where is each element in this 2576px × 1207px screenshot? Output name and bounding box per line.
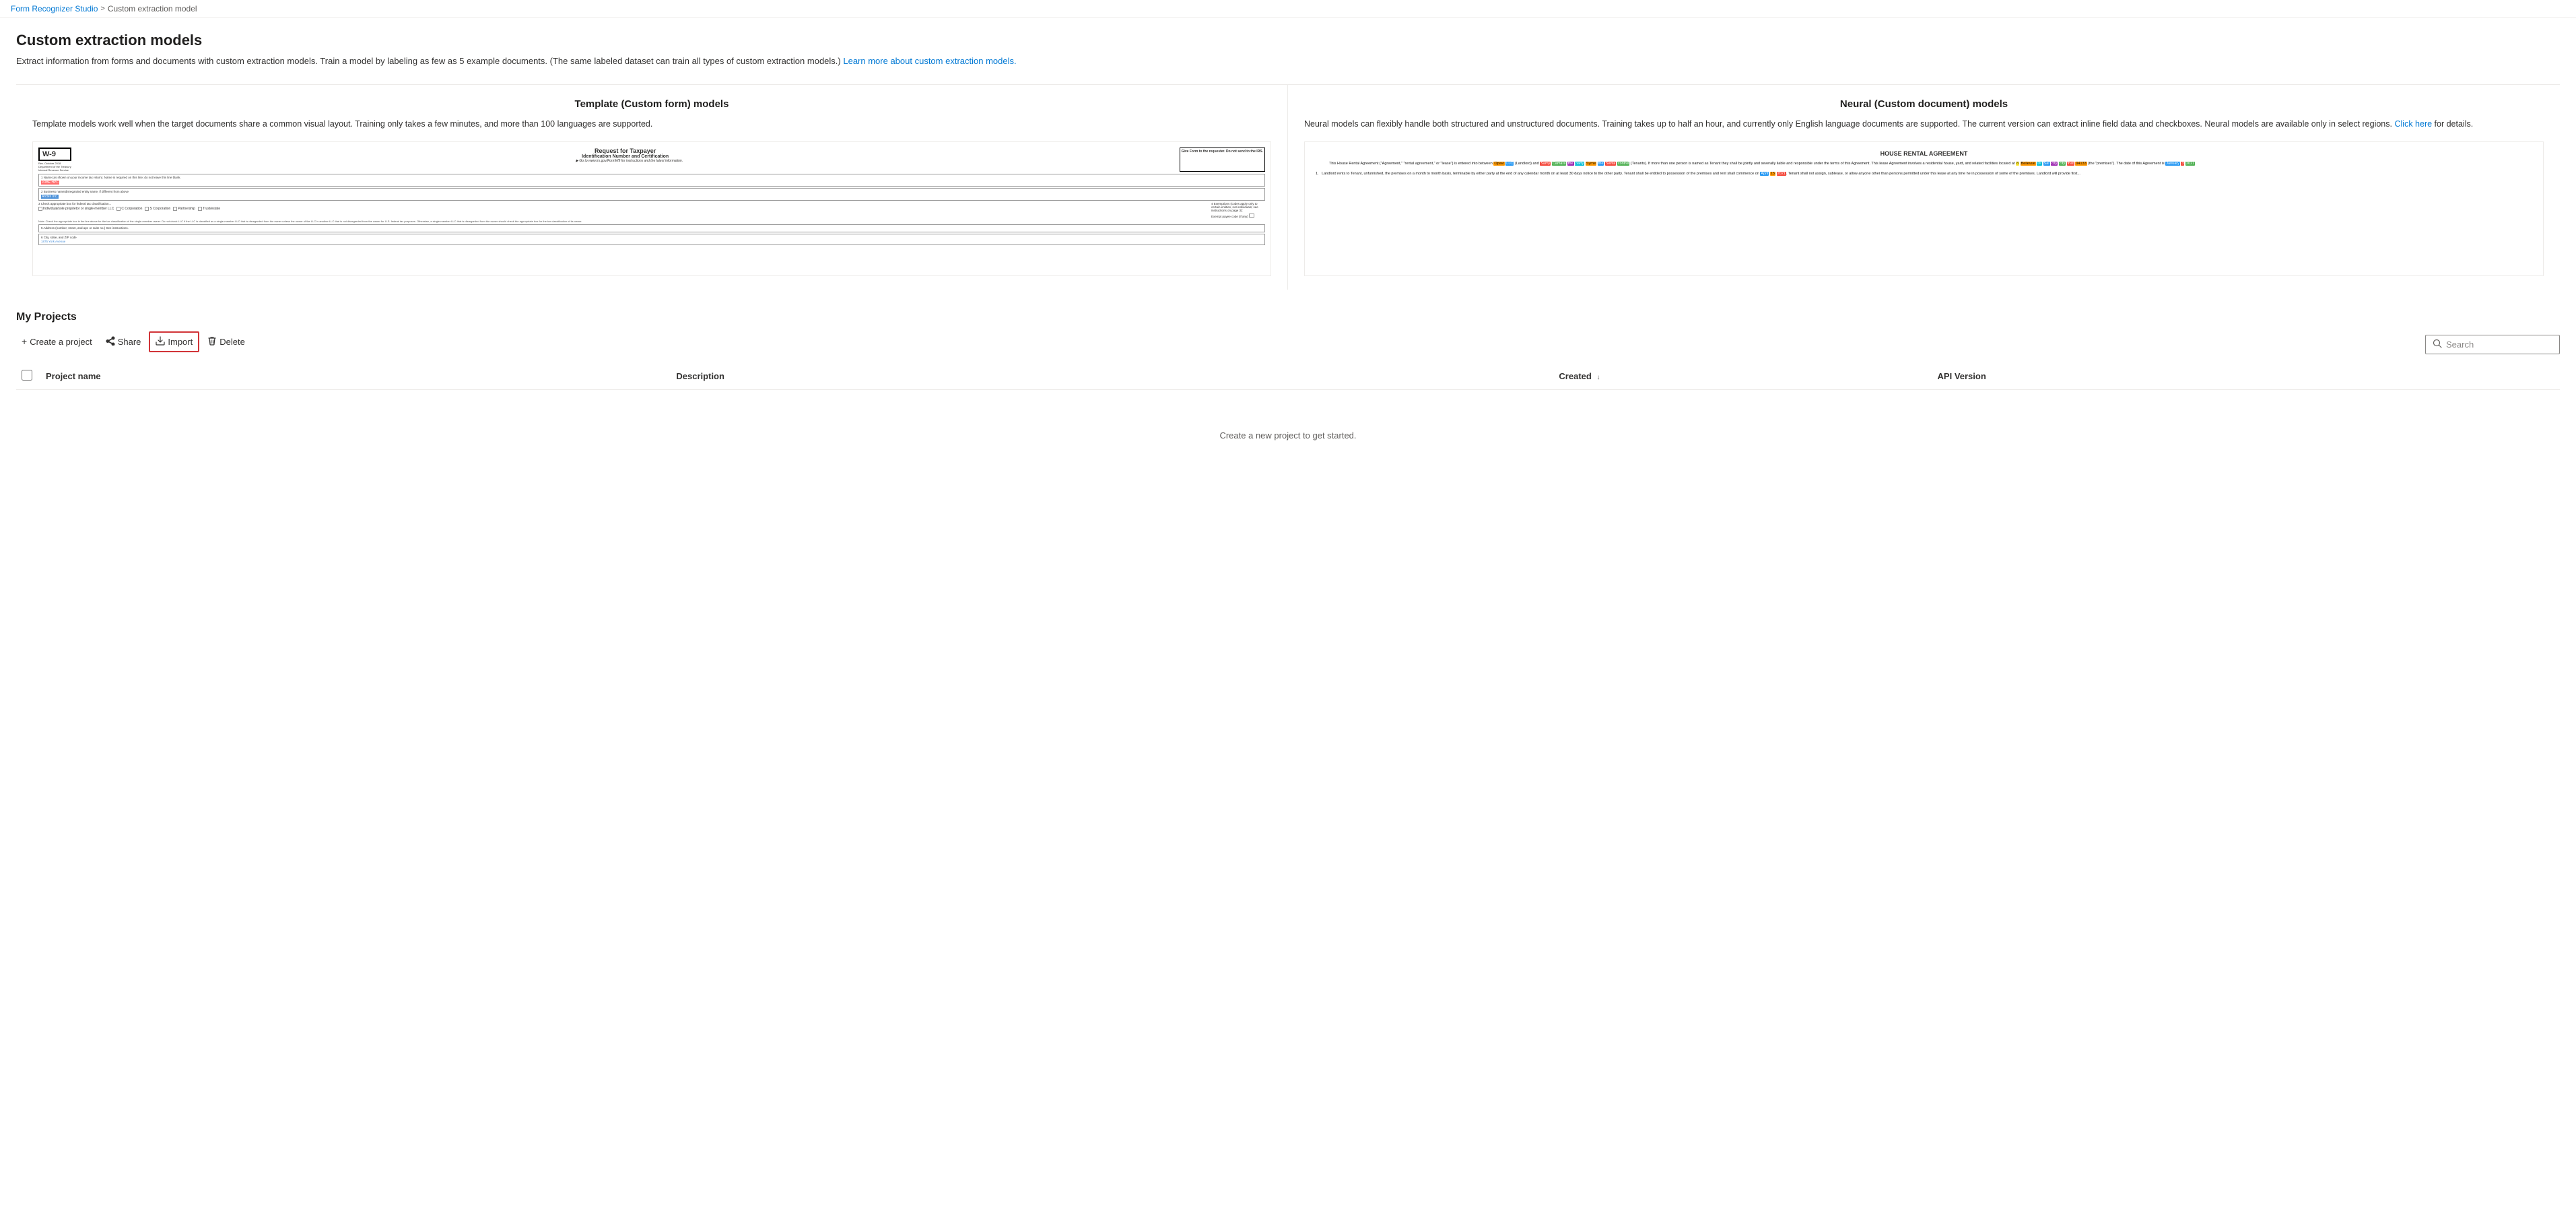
my-projects-section: My Projects + Create a project Share (16, 311, 2560, 481)
neural-model-title: Neural (Custom document) models (1304, 98, 2544, 110)
col-header-project-name: Project name (38, 363, 668, 390)
page-description: Extract information from forms and docum… (16, 55, 2560, 68)
neural-click-here-link[interactable]: Click here (2394, 119, 2432, 129)
template-model-description: Template models work well when the targe… (32, 118, 1271, 131)
col-header-api-version: API Version (1930, 363, 2560, 390)
breadcrumb-current: Custom extraction model (108, 4, 197, 13)
select-all-header (16, 363, 38, 390)
import-label: Import (168, 337, 193, 347)
breadcrumb-home-link[interactable]: Form Recognizer Studio (11, 4, 98, 13)
w9-city-field: 6 City, state, and ZIP code 1875 York Av… (38, 234, 1265, 245)
learn-more-link[interactable]: Learn more about custom extraction model… (843, 56, 1016, 66)
delete-label: Delete (219, 337, 245, 347)
w9-checkboxes: Individual/sole proprietor or single-mem… (38, 207, 1210, 211)
search-container (2425, 335, 2560, 354)
search-icon (2433, 339, 2442, 350)
neural-model-preview: HOUSE RENTAL AGREEMENT This House Rental… (1304, 141, 2544, 276)
plus-icon: + (22, 336, 27, 347)
my-projects-title: My Projects (16, 311, 2560, 323)
col-header-created[interactable]: Created ↓ (1551, 363, 1929, 390)
neural-model-column: Neural (Custom document) models Neural m… (1288, 85, 2560, 290)
w9-title-sub: Identification Number and Certification (74, 154, 1177, 159)
w9-address-field: 5 Address (number, street, and apt. or s… (38, 224, 1265, 232)
w9-name-field: 1 Name (as shown on your income tax retu… (38, 174, 1265, 187)
w9-give-form: Give Form to the requester. Do not send … (1180, 148, 1265, 172)
projects-table: Project name Description Created ↓ API V… (16, 363, 2560, 390)
share-label: Share (118, 337, 141, 347)
projects-table-header: Project name Description Created ↓ API V… (16, 363, 2560, 390)
projects-table-area: Project name Description Created ↓ API V… (16, 363, 2560, 481)
search-input[interactable] (2446, 339, 2552, 350)
breadcrumb: Form Recognizer Studio > Custom extracti… (0, 0, 2576, 18)
sort-icon-created: ↓ (1596, 374, 1600, 381)
rental-agreement-body: This House Rental Agreement ("Agreement,… (1316, 161, 2532, 177)
select-all-checkbox[interactable] (22, 370, 32, 381)
neural-model-description: Neural models can flexibly handle both s… (1304, 118, 2544, 131)
w9-title-main: Request for Taxpayer (74, 148, 1177, 154)
share-icon (106, 336, 115, 348)
share-button[interactable]: Share (100, 333, 147, 351)
empty-state: Create a new project to get started. (16, 390, 2560, 481)
col-header-description: Description (668, 363, 1551, 390)
w9-name-value: JOBE HPC (41, 181, 59, 185)
delete-icon (207, 336, 217, 348)
import-icon (156, 336, 165, 348)
import-button[interactable]: Import (149, 331, 199, 352)
main-content: Custom extraction models Extract informa… (0, 18, 2576, 494)
template-model-column: Template (Custom form) models Template m… (16, 85, 1288, 290)
w9-form-number: W-9 (38, 148, 71, 161)
rental-agreement-title: HOUSE RENTAL AGREEMENT (1316, 150, 2532, 157)
create-project-button[interactable]: + Create a project (16, 333, 98, 350)
create-project-label: Create a project (30, 337, 92, 347)
page-title: Custom extraction models (16, 32, 2560, 49)
template-model-preview: W-9 Rev. October 2018 Department of the … (32, 141, 1271, 276)
projects-toolbar: + Create a project Share (16, 331, 250, 358)
delete-button[interactable]: Delete (202, 333, 250, 351)
breadcrumb-separator: > (100, 5, 104, 13)
w9-business-value: Arctex Inc. (41, 195, 59, 199)
w9-business-field: 2 Business name/disregarded entity name,… (38, 188, 1265, 201)
w9-instruction: ▶ Go to www.irs.gov/FormW9 for instructi… (74, 159, 1177, 163)
template-model-title: Template (Custom form) models (32, 98, 1271, 110)
model-comparison: Template (Custom form) models Template m… (16, 84, 2560, 290)
